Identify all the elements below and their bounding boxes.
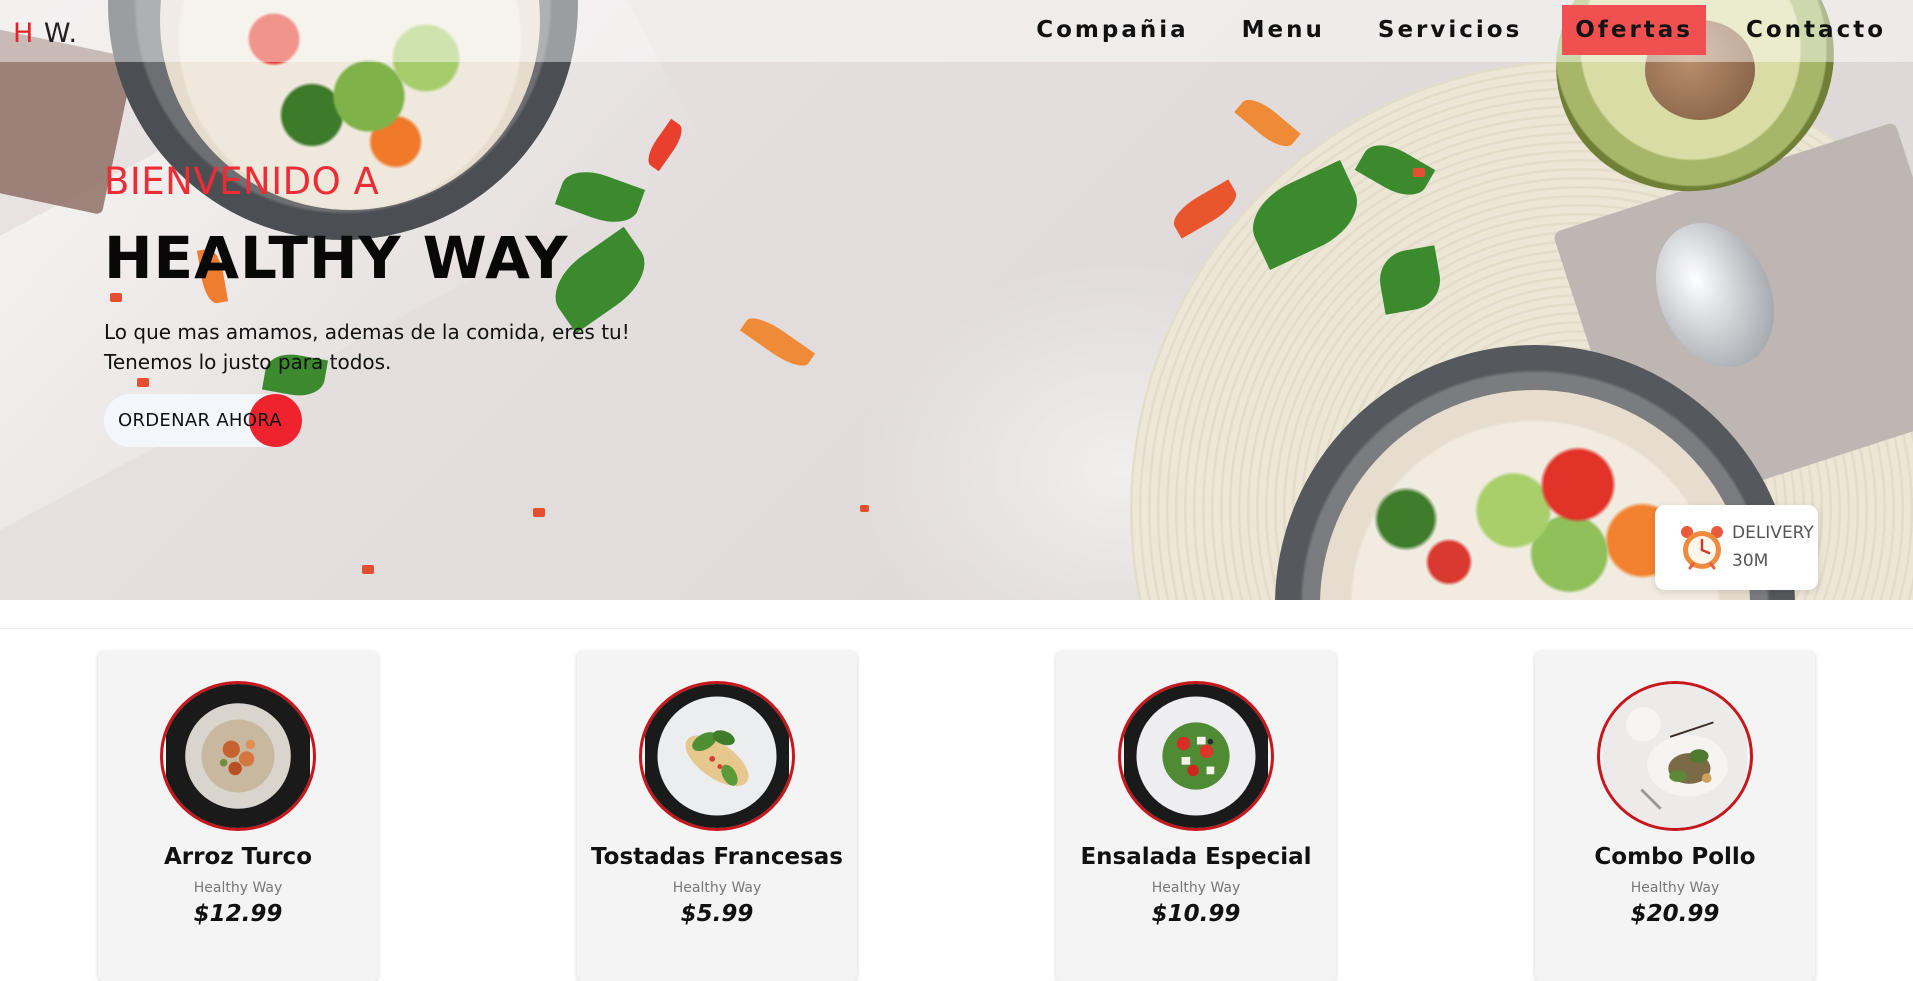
top-navbar: H W. Compañia Menu Servicios Ofertas Con… (0, 0, 1913, 62)
menu-card-arroz-turco[interactable]: Arroz Turco Healthy Way $12.99 (98, 651, 378, 981)
menu-card-tostadas-francesas[interactable]: Tostadas Francesas Healthy Way $5.99 (577, 651, 857, 981)
tagline-line-2: Tenemos lo justo para todos. (104, 350, 392, 374)
card-price: $10.99 (1151, 901, 1241, 927)
chicken-combo-plate (1603, 684, 1747, 828)
card-brand: Healthy Way (672, 880, 762, 896)
pepper-chip (533, 508, 545, 517)
turkish-rice-plate-image (160, 681, 316, 831)
card-title: Ensalada Especial (1080, 844, 1312, 870)
turkish-rice-plate (166, 684, 310, 828)
hero-banner (0, 0, 1913, 600)
alarm-clock-icon (1681, 526, 1723, 570)
pepper-chip (1413, 168, 1425, 177)
tagline-line-1: Lo que mas amamos, ademas de la comida, … (104, 320, 630, 344)
orange-petal (739, 310, 816, 374)
nav-link-ofertas[interactable]: Ofertas (1562, 5, 1706, 55)
nav-link-contacto[interactable]: Contacto (1733, 5, 1899, 55)
order-now-button[interactable]: ORDENAR AHORA (104, 394, 302, 447)
order-button-label: ORDENAR AHORA (118, 410, 282, 431)
card-brand: Healthy Way (193, 880, 283, 896)
special-salad-plate-image (1118, 681, 1274, 831)
french-toast-plate-image (639, 681, 795, 831)
nav-link-compania[interactable]: Compañia (1023, 5, 1201, 55)
card-brand: Healthy Way (1151, 880, 1241, 896)
section-divider (0, 628, 1913, 629)
card-price: $20.99 (1630, 901, 1720, 927)
card-title: Arroz Turco (164, 844, 312, 870)
special-salad-plate (1124, 684, 1268, 828)
logo-accent-letter: H (13, 18, 35, 49)
pepper-chip (860, 505, 869, 512)
pepper-chip (110, 293, 122, 302)
chicken-combo-plate-image (1597, 681, 1753, 831)
hero-tagline: Lo que mas amamos, ademas de la comida, … (104, 317, 630, 377)
hero-title: HEALTHY WAY (104, 224, 569, 292)
card-price: $5.99 (680, 901, 754, 927)
nav-links: Compañia Menu Servicios Ofertas Contacto (996, 5, 1913, 55)
card-title: Combo Pollo (1594, 844, 1756, 870)
orange-petal (1234, 92, 1301, 154)
hero-welcome: BIENVENIDO A (104, 160, 380, 203)
card-price: $12.99 (193, 901, 283, 927)
menu-card-ensalada-especial[interactable]: Ensalada Especial Healthy Way $10.99 (1056, 651, 1336, 981)
french-toast-plate (645, 684, 789, 828)
nav-link-servicios[interactable]: Servicios (1365, 5, 1535, 55)
brand-logo[interactable]: H W. (13, 18, 78, 49)
delivery-label: DELIVERY (1732, 523, 1814, 543)
menu-card-combo-pollo[interactable]: Combo Pollo Healthy Way $20.99 (1535, 651, 1815, 981)
logo-rest: W. (34, 18, 79, 49)
delivery-time: 30M (1732, 551, 1769, 571)
card-title: Tostadas Francesas (591, 844, 843, 870)
pepper-chip (362, 565, 374, 574)
pepper-chip (137, 378, 149, 387)
nav-link-menu[interactable]: Menu (1229, 5, 1338, 55)
delivery-badge: DELIVERY 30M (1655, 505, 1818, 590)
card-brand: Healthy Way (1630, 880, 1720, 896)
